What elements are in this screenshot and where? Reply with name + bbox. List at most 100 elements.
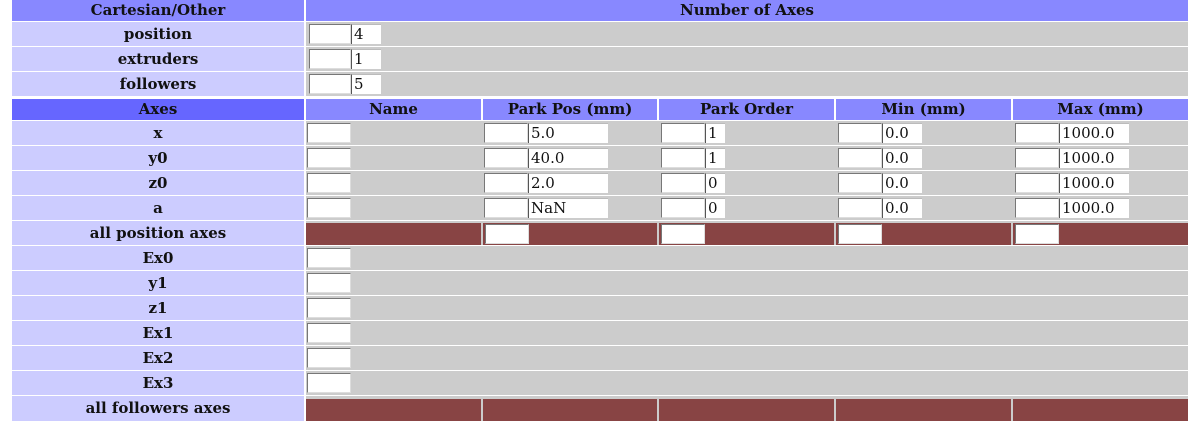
- group-max-cell: [1013, 223, 1188, 245]
- axis-name-input[interactable]: [307, 148, 351, 168]
- min-input[interactable]: [838, 198, 882, 218]
- park-order-value[interactable]: 0: [705, 198, 725, 218]
- max-input[interactable]: [1015, 123, 1059, 143]
- follower-name-input[interactable]: [307, 248, 351, 268]
- follower-row-ex1: [306, 321, 1188, 345]
- group-park-order-input[interactable]: [661, 224, 705, 244]
- axis-label-x: x: [12, 121, 304, 145]
- max-input[interactable]: [1015, 198, 1059, 218]
- park-pos-value[interactable]: 5.0: [528, 123, 608, 143]
- axis-row-y0: 40.0 1 0.0 1000.0: [306, 146, 1188, 170]
- followers-count-row: 5: [306, 72, 1188, 96]
- follower-name-input[interactable]: [307, 323, 351, 343]
- follower-name-input[interactable]: [307, 273, 351, 293]
- extruders-count-row: 1: [306, 47, 1188, 71]
- park-order-input[interactable]: [661, 173, 705, 193]
- min-value[interactable]: 0.0: [882, 198, 922, 218]
- axis-row-z0: 2.0 0 0.0 1000.0: [306, 171, 1188, 195]
- all-position-axes-row: [306, 221, 1188, 245]
- follower-label-y1: y1: [12, 271, 304, 295]
- group-park-pos-cell: [483, 223, 657, 245]
- min-column-header: Min (mm): [836, 99, 1011, 120]
- name-column-header: Name: [306, 99, 481, 120]
- min-input[interactable]: [838, 148, 882, 168]
- follower-row-y1: [306, 271, 1188, 295]
- park-pos-value[interactable]: NaN: [528, 198, 608, 218]
- max-value[interactable]: 1000.0: [1059, 148, 1129, 168]
- min-value[interactable]: 0.0: [882, 123, 922, 143]
- axes-column-header: Axes: [12, 99, 304, 120]
- followers-count-label: followers: [12, 72, 304, 96]
- followers-count-input[interactable]: [309, 74, 351, 94]
- min-value[interactable]: 0.0: [882, 173, 922, 193]
- followers-group-park-order-cell: [659, 399, 834, 421]
- park-order-value[interactable]: 1: [705, 123, 725, 143]
- follower-label-ex0: Ex0: [12, 246, 304, 270]
- follower-row-ex3: [306, 371, 1188, 395]
- park-pos-input[interactable]: [484, 148, 528, 168]
- followers-group-name-cell: [306, 399, 481, 421]
- park-order-input[interactable]: [661, 123, 705, 143]
- position-count-label: position: [12, 22, 304, 46]
- extruders-count-label: extruders: [12, 47, 304, 71]
- system-type-header: Cartesian/Other: [12, 0, 304, 21]
- min-value[interactable]: 0.0: [882, 148, 922, 168]
- follower-label-ex1: Ex1: [12, 321, 304, 345]
- all-followers-axes-row: [306, 396, 1188, 421]
- number-of-axes-header: Number of Axes: [306, 0, 1188, 21]
- group-min-input[interactable]: [838, 224, 882, 244]
- park-pos-input[interactable]: [484, 123, 528, 143]
- follower-label-z1: z1: [12, 296, 304, 320]
- all-followers-axes-label: all followers axes: [12, 396, 304, 421]
- park-pos-value[interactable]: 40.0: [528, 148, 608, 168]
- park-order-input[interactable]: [661, 148, 705, 168]
- follower-name-input[interactable]: [307, 298, 351, 318]
- position-count-input[interactable]: [309, 24, 351, 44]
- axis-name-input[interactable]: [307, 173, 351, 193]
- follower-row-ex0: [306, 246, 1188, 270]
- min-input[interactable]: [838, 173, 882, 193]
- axis-name-input[interactable]: [307, 198, 351, 218]
- park-pos-input[interactable]: [484, 198, 528, 218]
- max-value[interactable]: 1000.0: [1059, 173, 1129, 193]
- axis-label-a: a: [12, 196, 304, 220]
- min-input[interactable]: [838, 123, 882, 143]
- follower-name-input[interactable]: [307, 348, 351, 368]
- max-value[interactable]: 1000.0: [1059, 198, 1129, 218]
- park-order-value[interactable]: 1: [705, 148, 725, 168]
- max-input[interactable]: [1015, 173, 1059, 193]
- follower-row-z1: [306, 296, 1188, 320]
- followers-group-max-cell: [1013, 399, 1188, 421]
- park-order-input[interactable]: [661, 198, 705, 218]
- park-order-column-header: Park Order: [659, 99, 834, 120]
- max-column-header: Max (mm): [1013, 99, 1188, 120]
- group-min-cell: [836, 223, 1011, 245]
- group-name-cell: [306, 223, 481, 245]
- extruders-count-input[interactable]: [309, 49, 351, 69]
- axis-label-z0: z0: [12, 171, 304, 195]
- followers-group-min-cell: [836, 399, 1011, 421]
- park-pos-value[interactable]: 2.0: [528, 173, 608, 193]
- follower-label-ex2: Ex2: [12, 346, 304, 370]
- axis-row-a: NaN 0 0.0 1000.0: [306, 196, 1188, 220]
- extruders-count-value[interactable]: 1: [351, 49, 381, 69]
- group-park-pos-input[interactable]: [485, 224, 529, 244]
- axis-row-x: 5.0 1 0.0 1000.0: [306, 121, 1188, 145]
- follower-label-ex3: Ex3: [12, 371, 304, 395]
- group-max-input[interactable]: [1015, 224, 1059, 244]
- group-park-order-cell: [659, 223, 834, 245]
- all-position-axes-label: all position axes: [12, 221, 304, 245]
- follower-name-input[interactable]: [307, 373, 351, 393]
- followers-count-value[interactable]: 5: [351, 74, 381, 94]
- position-count-value[interactable]: 4: [351, 24, 381, 44]
- max-value[interactable]: 1000.0: [1059, 123, 1129, 143]
- park-pos-input[interactable]: [484, 173, 528, 193]
- axis-label-y0: y0: [12, 146, 304, 170]
- followers-group-park-pos-cell: [483, 399, 657, 421]
- park-order-value[interactable]: 0: [705, 173, 725, 193]
- park-pos-column-header: Park Pos (mm): [483, 99, 657, 120]
- position-count-row: 4: [306, 22, 1188, 46]
- follower-row-ex2: [306, 346, 1188, 370]
- axis-name-input[interactable]: [307, 123, 351, 143]
- max-input[interactable]: [1015, 148, 1059, 168]
